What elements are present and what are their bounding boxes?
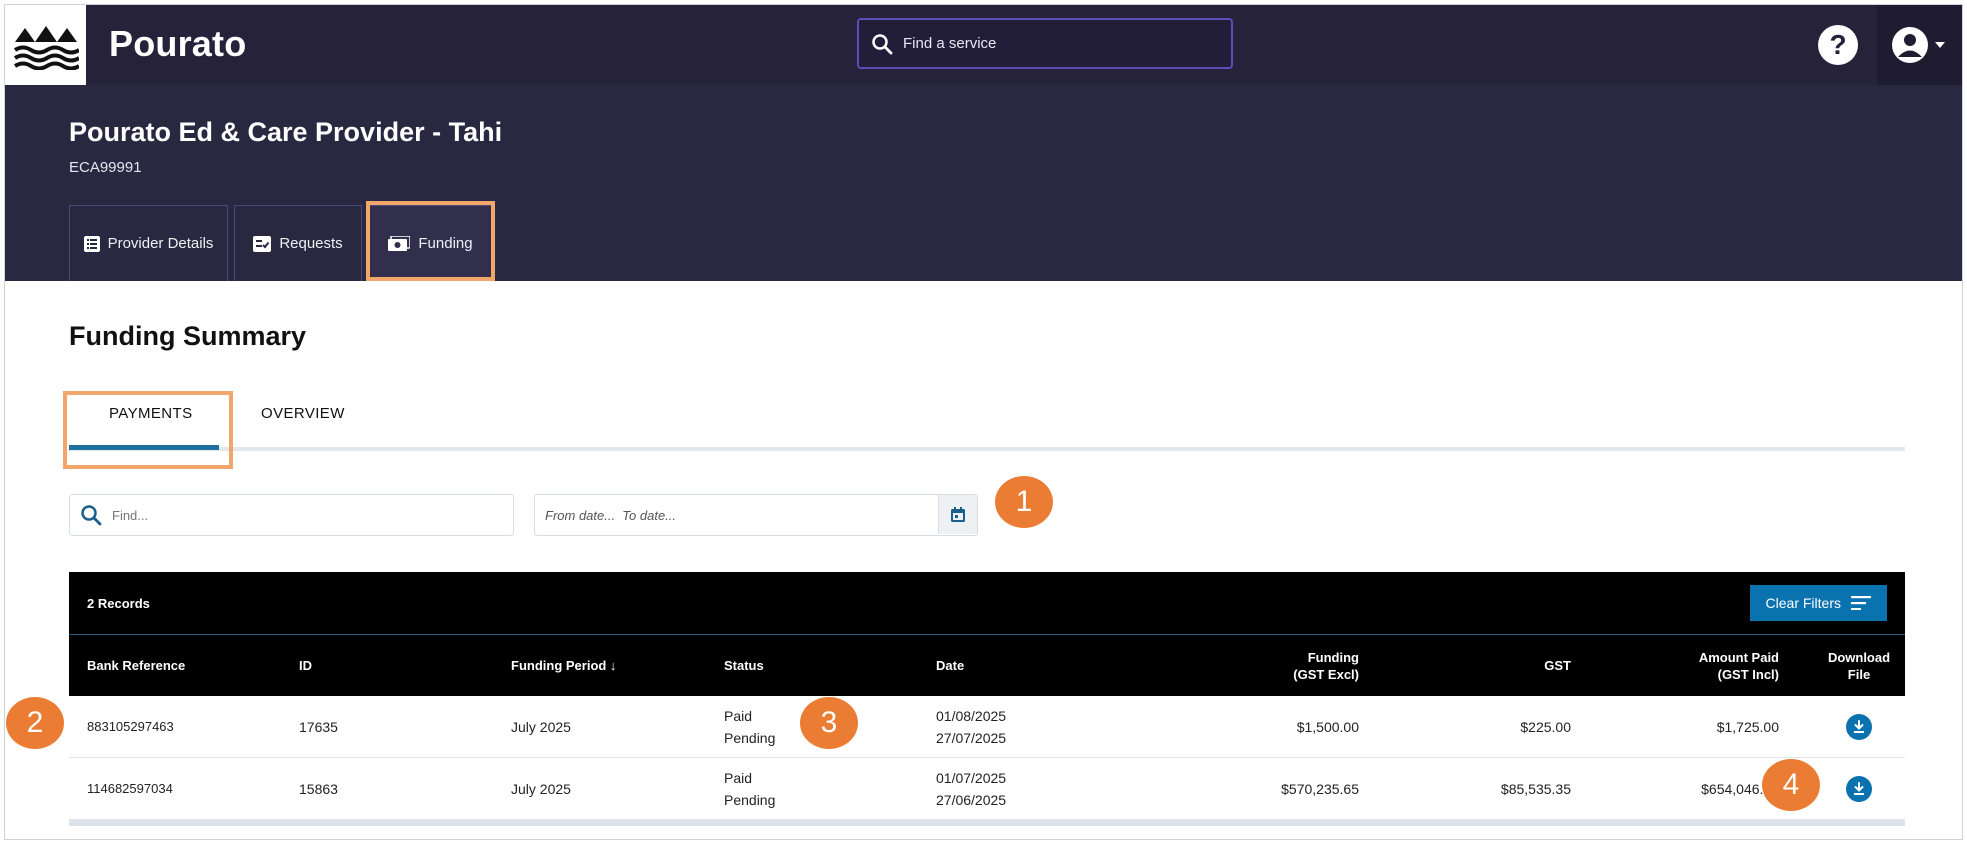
table-header-row: Bank Reference ID Funding Period ↓ Statu… [69, 634, 1905, 696]
brand-name: Pourato [109, 23, 247, 64]
find-input[interactable] [112, 507, 492, 523]
col-amount-paid[interactable]: Amount Paid (GST Incl) [1609, 649, 1779, 683]
col-funding-line2: (GST Excl) [1293, 667, 1359, 682]
col-download-file: Download File [1819, 649, 1899, 683]
annotation-marker-4: 4 [1762, 759, 1820, 811]
date-line1: 01/08/2025 [936, 708, 1007, 724]
list-icon [83, 235, 100, 252]
col-funding-period[interactable]: Funding Period ↓ [511, 657, 616, 674]
tab-requests[interactable]: Requests [234, 205, 362, 281]
help-button[interactable]: ? [1818, 25, 1858, 65]
provider-name: Pourato Ed & Care Provider - Tahi [69, 117, 503, 147]
download-file-button[interactable] [1846, 776, 1872, 802]
bank-reference: 883105297463 [87, 719, 174, 734]
col-funding[interactable]: Funding (GST Excl) [1169, 649, 1359, 683]
summary-subtabs: PAYMENTS OVERVIEW [69, 375, 1905, 453]
top-bar: Pourato ? [5, 5, 1962, 85]
money-icon [388, 235, 411, 251]
col-amount-line2: (GST Incl) [1717, 667, 1779, 682]
calendar-icon [951, 506, 965, 522]
date-range-input[interactable] [545, 507, 925, 523]
table-footer [69, 820, 1905, 826]
user-avatar-icon [1892, 27, 1928, 63]
funding-amount: $1,500.00 [1296, 719, 1359, 735]
app-window: Pourato ? Pourato Ed & Care Provider - T… [4, 4, 1963, 840]
records-count: 2 Records [87, 595, 150, 611]
payment-id: 17635 [299, 719, 338, 735]
payments-table: 2 Records Clear Filters Bank Reference I… [69, 572, 1905, 826]
download-icon [1854, 720, 1864, 733]
clear-filters-label: Clear Filters [1765, 595, 1841, 611]
active-subtab-indicator [69, 445, 219, 450]
subtab-overview[interactable]: OVERVIEW [261, 405, 345, 422]
status: Paid Pending [724, 705, 775, 749]
col-status[interactable]: Status [724, 657, 764, 674]
table-toolbar: 2 Records Clear Filters [69, 572, 1905, 634]
provider-header: Pourato Ed & Care Provider - Tahi ECA999… [5, 85, 1962, 281]
chevron-down-icon [1935, 42, 1945, 48]
col-funding-line1: Funding [1307, 650, 1359, 665]
date-line2: 27/07/2025 [936, 730, 1007, 746]
date-line2: 27/06/2025 [936, 792, 1007, 808]
col-date[interactable]: Date [936, 657, 964, 674]
logo[interactable] [5, 5, 86, 85]
gst-amount: $225.00 [1520, 719, 1571, 735]
annotation-marker-2: 2 [6, 697, 64, 749]
funding-period: July 2025 [511, 719, 571, 735]
mountains-waves-logo-icon [13, 26, 79, 70]
funding-period: July 2025 [511, 781, 571, 797]
date-range-filter[interactable] [534, 494, 978, 536]
col-id[interactable]: ID [299, 657, 312, 674]
download-file-button[interactable] [1846, 714, 1872, 740]
checklist-icon [253, 235, 272, 252]
status-line1: Paid [724, 708, 753, 724]
annotation-marker-3: 3 [800, 697, 858, 749]
date: 01/07/2025 27/06/2025 [936, 767, 1006, 811]
service-search-input[interactable] [903, 35, 1203, 52]
date-line1: 01/07/2025 [936, 770, 1007, 786]
subtabs-divider [69, 447, 1905, 451]
annotation-marker-1: 1 [995, 476, 1053, 528]
table-row[interactable]: 114682597034 15863 July 2025 Paid Pendin… [69, 758, 1905, 820]
amount-paid: $1,725.00 [1716, 719, 1779, 735]
funding-amount: $570,235.65 [1281, 781, 1359, 797]
tab-label: Requests [279, 235, 343, 252]
download-icon [1854, 782, 1864, 795]
user-menu-button[interactable] [1877, 5, 1962, 85]
clear-filters-button[interactable]: Clear Filters [1749, 585, 1887, 621]
status-line2: Pending [724, 792, 776, 808]
col-gst[interactable]: GST [1419, 657, 1571, 674]
status-line1: Paid [724, 770, 753, 786]
status-line2: Pending [724, 730, 776, 746]
tab-provider-details[interactable]: Provider Details [69, 205, 228, 281]
bank-reference: 114682597034 [87, 781, 173, 796]
filter-lines-icon [1851, 596, 1871, 610]
provider-id: ECA99991 [69, 159, 142, 176]
help-icon: ? [1829, 29, 1847, 60]
find-filter[interactable] [69, 494, 514, 536]
col-amount-line1: Amount Paid [1698, 650, 1779, 665]
gst-amount: $85,535.35 [1500, 781, 1571, 797]
search-icon [81, 505, 102, 526]
calendar-button[interactable] [938, 495, 977, 534]
date: 01/08/2025 27/07/2025 [936, 705, 1006, 749]
col-bank-reference[interactable]: Bank Reference [87, 657, 185, 674]
amount-paid: $654,046.00 [1701, 781, 1779, 797]
section-title: Funding Summary [69, 321, 307, 351]
search-icon [872, 33, 893, 54]
tab-label: Provider Details [107, 235, 214, 252]
payment-id: 15863 [299, 781, 338, 797]
status: Paid Pending [724, 767, 775, 811]
tab-label: Funding [418, 235, 473, 252]
tab-funding[interactable]: Funding [368, 205, 493, 281]
subtab-payments[interactable]: PAYMENTS [109, 405, 193, 422]
service-search[interactable] [857, 18, 1233, 69]
table-row[interactable]: 883105297463 17635 July 2025 Paid Pendin… [69, 696, 1905, 758]
col-download-line2: File [1847, 667, 1871, 682]
col-download-line1: Download [1827, 650, 1891, 665]
